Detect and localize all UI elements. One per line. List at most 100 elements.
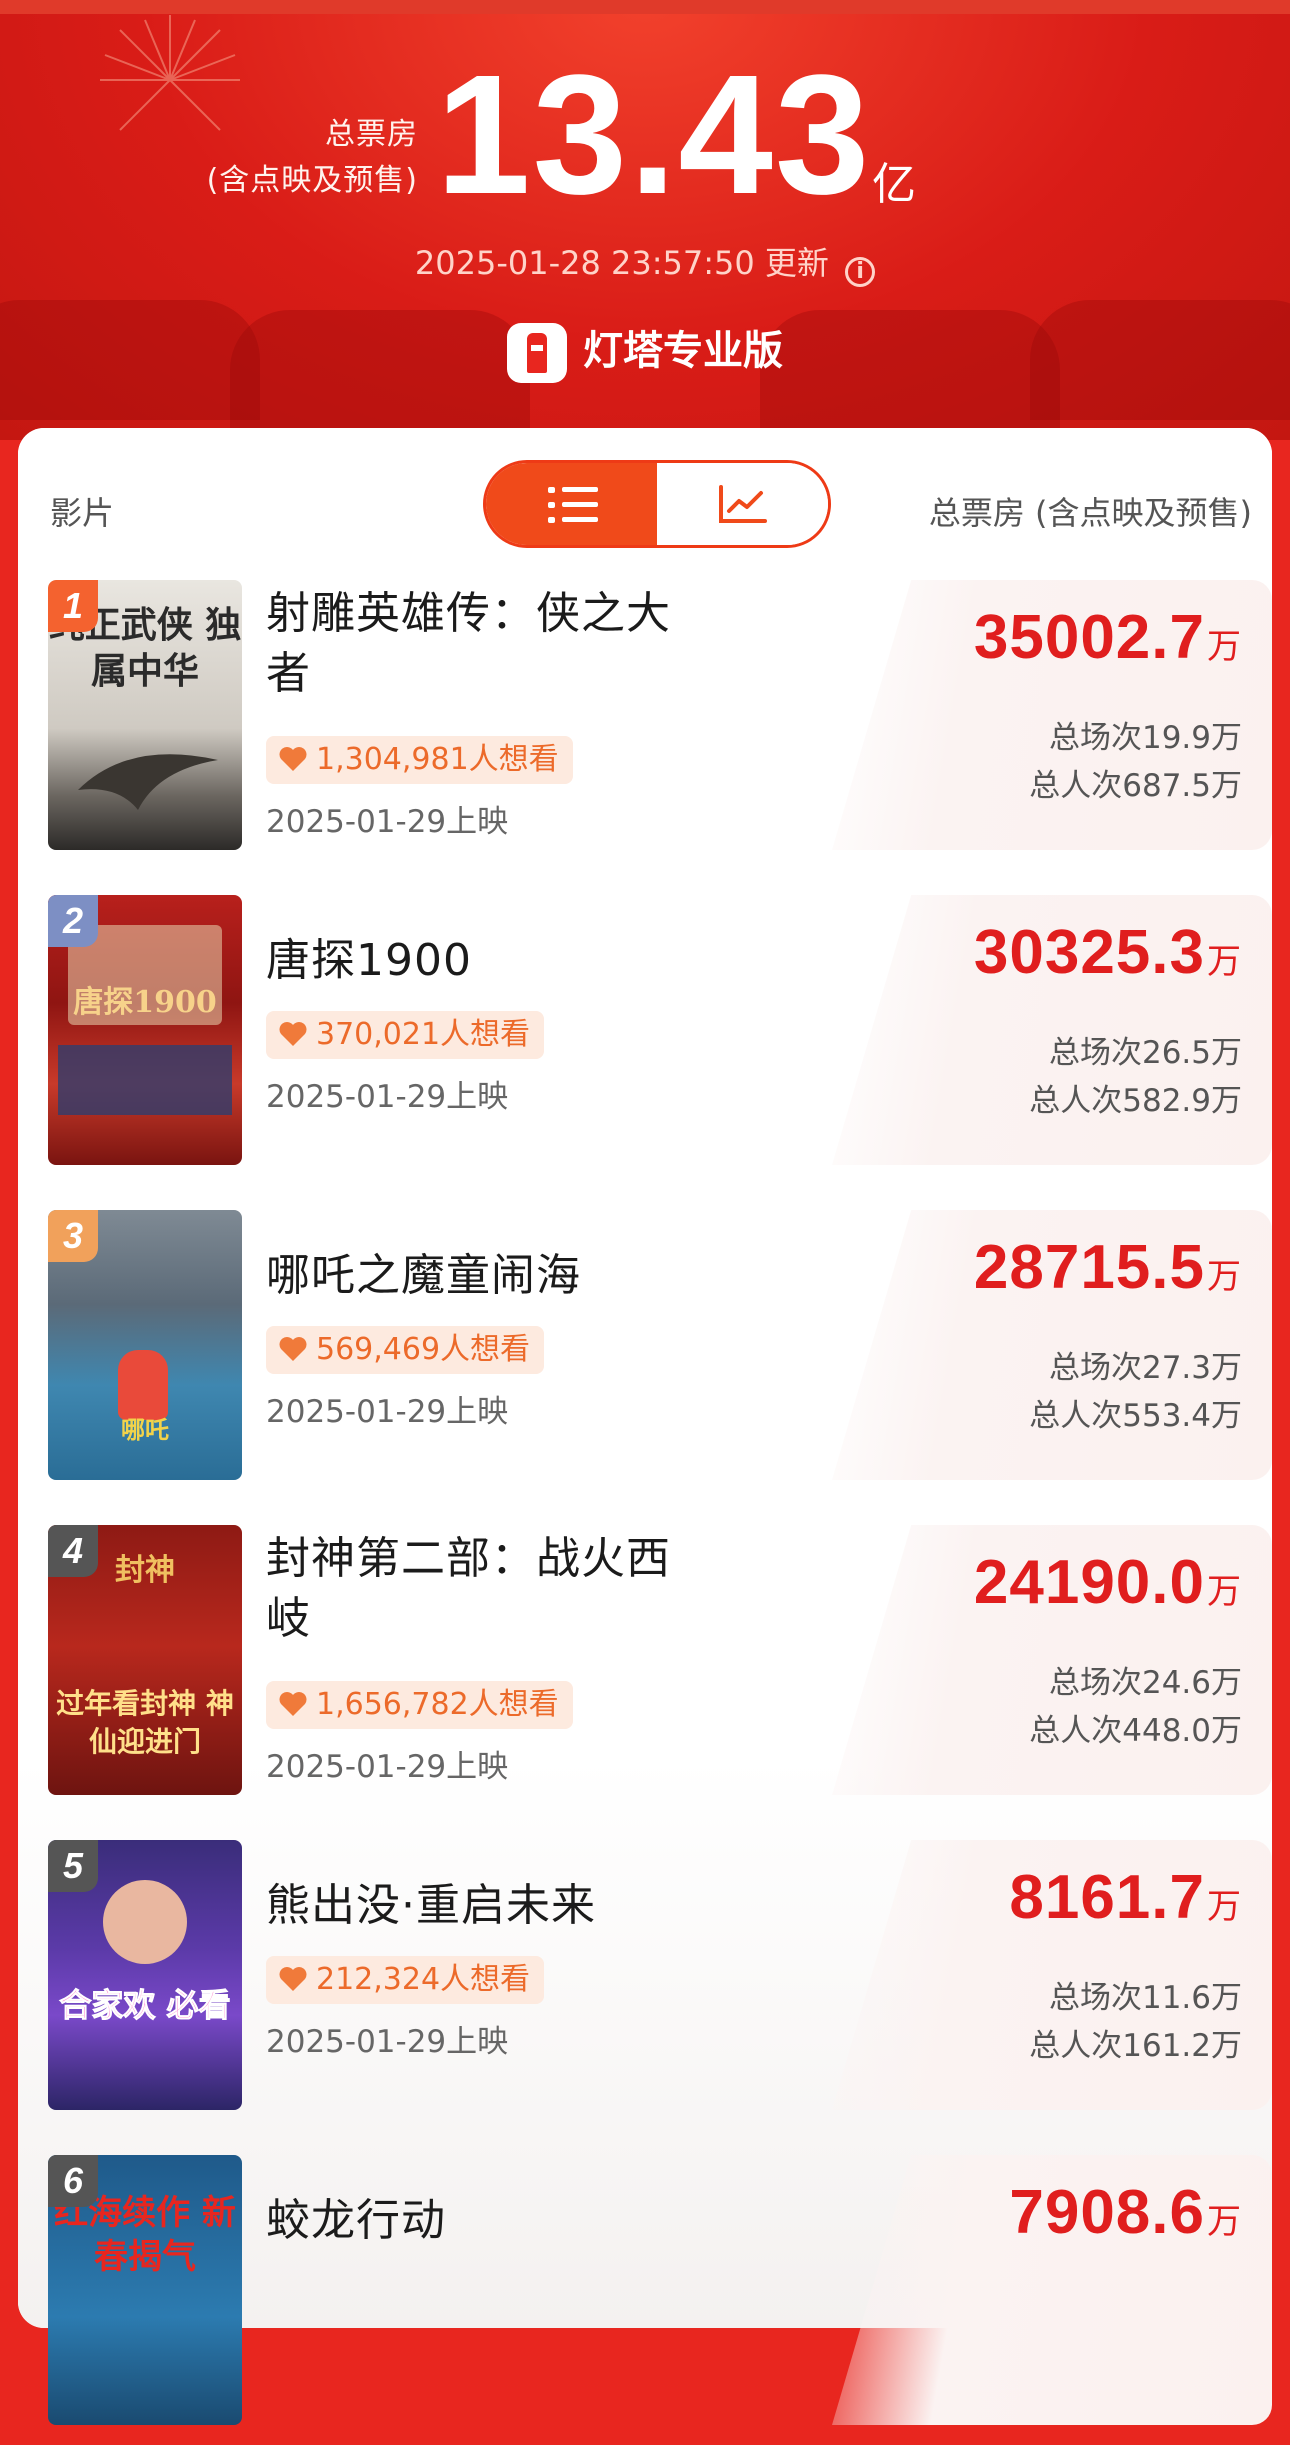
total-box-office-value: 13.43	[436, 40, 872, 230]
total-shows: 总场次19.9万	[1048, 720, 1242, 756]
want-to-watch-badge: 569,469人想看	[266, 1326, 545, 1374]
movie-poster[interactable]: 合家欢 必看 5	[48, 1840, 242, 2110]
rank-badge: 2	[48, 895, 98, 947]
movie-poster[interactable]: 纯正武侠 独属中华 1	[48, 580, 242, 850]
column-header-box-office: 总票房 (含点映及预售)	[928, 494, 1252, 532]
want-count: 1,656,782人想看	[316, 1687, 559, 1722]
movie-poster[interactable]: 唐探1900 2	[48, 895, 242, 1165]
box-office-number: 28715.5	[973, 1233, 1205, 1302]
movie-row[interactable]: 合家欢 必看 5 熊出没·重启未来 212,324人想看 2025-01-29上…	[18, 1840, 1272, 2130]
want-to-watch-badge: 370,021人想看	[266, 1011, 545, 1059]
want-to-watch-badge: 1,304,981人想看	[266, 736, 573, 784]
poster-text: 哪吒	[121, 1415, 169, 1444]
release-date: 2025-01-29上映	[266, 2024, 509, 2060]
update-timestamp-row: 2025-01-28 23:57:50 更新 i	[0, 238, 1290, 287]
movie-title[interactable]: 哪吒之魔童闹海	[266, 1246, 706, 1306]
box-office-unit: 万	[1207, 942, 1242, 982]
box-office-number: 7908.6	[1009, 2178, 1205, 2247]
want-to-watch-badge: 1,656,782人想看	[266, 1681, 573, 1729]
movie-poster[interactable]: 红海续作 新春揭气 6	[48, 2155, 242, 2425]
rank-badge: 1	[48, 580, 98, 632]
box-office-unit: 万	[1207, 2202, 1242, 2242]
movie-title[interactable]: 射雕英雄传：侠之大者	[266, 584, 706, 704]
movie-title[interactable]: 蛟龙行动	[266, 2191, 706, 2251]
movie-title[interactable]: 唐探1900	[266, 931, 706, 991]
release-date: 2025-01-29上映	[266, 804, 509, 840]
list-icon	[548, 487, 598, 523]
lighthouse-logo-icon	[507, 323, 567, 383]
column-header-film: 影片	[50, 494, 115, 532]
movie-row[interactable]: 红海续作 新春揭气 6 蛟龙行动 7908.6万	[18, 2155, 1272, 2445]
box-office-value: 28715.5万	[974, 1232, 1242, 1303]
poster-logo-text: 封神	[115, 1553, 175, 1588]
total-label-line1: 总票房	[325, 117, 418, 152]
total-box-office-label: 总票房 (含点映及预售)	[207, 112, 418, 204]
total-admissions: 总人次161.2万	[1029, 2028, 1242, 2064]
total-admissions: 总人次553.4万	[1029, 1398, 1242, 1434]
box-office-number: 24190.0	[973, 1548, 1205, 1617]
trend-chart-icon	[719, 485, 767, 523]
box-office-unit: 万	[1207, 627, 1242, 667]
poster-text: 唐探1900	[73, 985, 217, 1020]
box-office-unit: 万	[1207, 1257, 1242, 1297]
box-office-value: 30325.3万	[974, 917, 1242, 988]
heart-icon	[279, 1692, 307, 1716]
movie-poster[interactable]: 哪吒 3	[48, 1210, 242, 1480]
movie-title[interactable]: 封神第二部：战火西岐	[266, 1529, 706, 1649]
total-shows: 总场次11.6万	[1048, 1980, 1242, 2016]
rank-badge: 3	[48, 1210, 98, 1262]
poster-character	[103, 1880, 187, 1964]
brand-name: 灯塔专业版	[583, 328, 783, 374]
total-label-line2: (含点映及预售)	[206, 163, 418, 198]
box-office-value: 7908.6万	[1009, 2177, 1242, 2248]
box-office-number: 35002.7	[973, 603, 1205, 672]
movie-row[interactable]: 封神 过年看封神 神仙迎进门 4 封神第二部：战火西岐 1,656,782人想看…	[18, 1525, 1272, 1815]
release-date: 2025-01-29上映	[266, 1394, 509, 1430]
poster-text: 过年看封神 神仙迎进门	[56, 1687, 234, 1758]
update-suffix: 更新	[764, 244, 829, 282]
heart-icon	[279, 1337, 307, 1361]
want-to-watch-badge: 212,324人想看	[266, 1956, 545, 2004]
total-admissions: 总人次687.5万	[1029, 768, 1242, 804]
box-office-number: 8161.7	[1009, 1863, 1205, 1932]
update-time: 2025-01-28 23:57:50	[414, 244, 755, 282]
movie-poster[interactable]: 封神 过年看封神 神仙迎进门 4	[48, 1525, 242, 1795]
release-date: 2025-01-29上映	[266, 1749, 509, 1785]
brand: 灯塔专业版	[0, 318, 1290, 383]
movie-title[interactable]: 熊出没·重启未来	[266, 1876, 706, 1936]
poster-text: 合家欢 必看	[59, 1986, 231, 2025]
want-count: 212,324人想看	[316, 1962, 531, 1997]
box-office-number: 30325.3	[973, 918, 1205, 987]
eagle-icon	[78, 754, 218, 810]
want-count: 1,304,981人想看	[316, 742, 559, 777]
ranking-panel: 影片 总票房 (含点映及预售) 纯正武侠 独属中华 1 射雕英雄传：侠之大者 1…	[18, 428, 1272, 2425]
heart-icon	[279, 1022, 307, 1046]
total-shows: 总场次27.3万	[1048, 1350, 1242, 1386]
rank-badge: 4	[48, 1525, 98, 1577]
total-admissions: 总人次448.0万	[1029, 1713, 1242, 1749]
want-count: 569,469人想看	[316, 1332, 531, 1367]
view-toggle	[483, 460, 831, 548]
info-icon[interactable]: i	[845, 257, 876, 287]
heart-icon	[279, 747, 307, 771]
total-admissions: 总人次582.9万	[1029, 1083, 1242, 1119]
box-office-value: 24190.0万	[974, 1547, 1242, 1618]
total-shows: 总场次26.5万	[1048, 1035, 1242, 1071]
heart-icon	[279, 1967, 307, 1991]
poster-figures	[58, 1045, 232, 1115]
list-view-button[interactable]	[486, 463, 657, 545]
total-shows: 总场次24.6万	[1048, 1665, 1242, 1701]
movie-row[interactable]: 纯正武侠 独属中华 1 射雕英雄传：侠之大者 1,304,981人想看 2025…	[18, 580, 1272, 870]
release-date: 2025-01-29上映	[266, 1079, 509, 1115]
rank-badge: 6	[48, 2155, 98, 2207]
box-office-unit: 万	[1207, 1572, 1242, 1612]
rank-badge: 5	[48, 1840, 98, 1892]
box-office-unit: 万	[1207, 1887, 1242, 1927]
movie-row[interactable]: 哪吒 3 哪吒之魔童闹海 569,469人想看 2025-01-29上映 287…	[18, 1210, 1272, 1500]
total-box-office-unit: 亿	[872, 159, 916, 210]
want-count: 370,021人想看	[316, 1017, 531, 1052]
box-office-header: 总票房 (含点映及预售) 13.43 亿 2025-01-28 23:57:50…	[0, 0, 1290, 440]
box-office-value: 35002.7万	[974, 602, 1242, 673]
movie-row[interactable]: 唐探1900 2 唐探1900 370,021人想看 2025-01-29上映 …	[18, 895, 1272, 1185]
chart-view-button[interactable]	[657, 463, 828, 545]
